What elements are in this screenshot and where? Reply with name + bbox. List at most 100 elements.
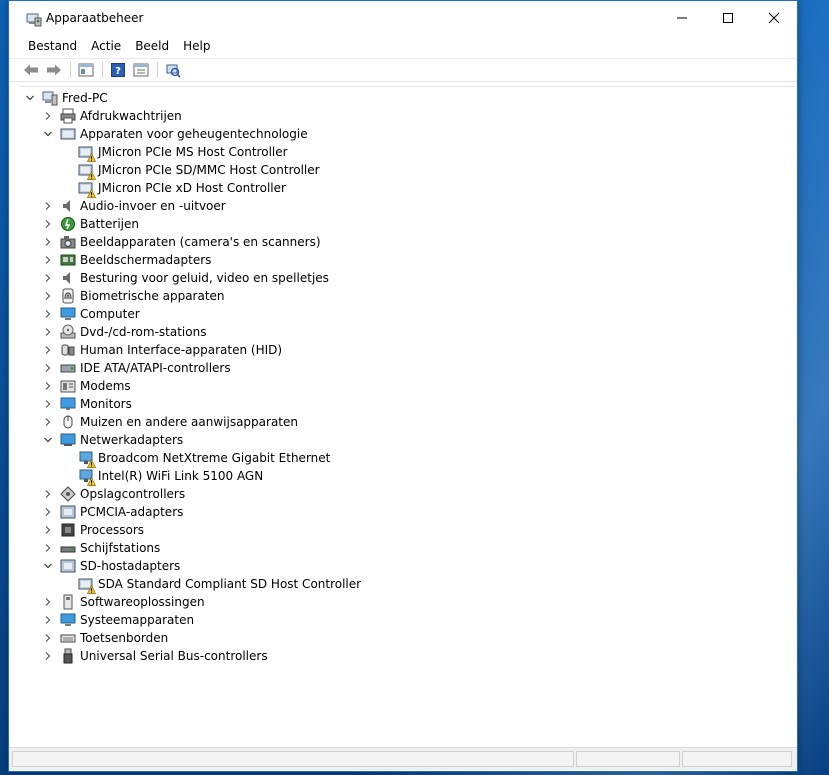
- device-category[interactable]: Opslagcontrollers: [42, 485, 185, 503]
- device-category-label: Schijfstations: [80, 541, 161, 555]
- chevron-right-icon[interactable]: [42, 197, 54, 215]
- chevron-right-icon[interactable]: [42, 521, 54, 539]
- speaker-icon: [60, 270, 76, 286]
- chevron-right-icon[interactable]: [42, 305, 54, 323]
- maximize-button[interactable]: [705, 1, 751, 35]
- device-item[interactable]: Broadcom NetXtreme Gigabit Ethernet: [78, 449, 331, 468]
- device-category[interactable]: IDE ATA/ATAPI-controllers: [42, 359, 231, 377]
- device-category[interactable]: Audio-invoer en -uitvoer: [42, 197, 226, 215]
- device-item[interactable]: JMicron PCIe MS Host Controller: [78, 143, 288, 162]
- title-bar[interactable]: Apparaatbeheer: [9, 1, 797, 35]
- controller-warning-icon: [78, 576, 96, 594]
- modem-icon: [60, 378, 76, 394]
- device-category[interactable]: Processors: [42, 521, 144, 539]
- device-category[interactable]: Toetsenborden: [42, 629, 168, 647]
- toolbar: ?: [9, 58, 797, 82]
- device-category[interactable]: Schijfstations: [42, 539, 160, 557]
- status-cell-2: [576, 751, 680, 767]
- device-category-label: Batterijen: [80, 217, 139, 231]
- device-category[interactable]: Computer: [42, 305, 140, 323]
- menu-actie[interactable]: Actie: [84, 35, 128, 57]
- chevron-right-icon[interactable]: [42, 359, 54, 377]
- device-category[interactable]: Beeldschermadapters: [42, 251, 211, 269]
- network-warning-icon: [78, 450, 96, 468]
- speaker-icon: [60, 198, 76, 214]
- chevron-down-icon[interactable]: [42, 557, 54, 575]
- device-category[interactable]: SD-hostadapters: [42, 557, 180, 575]
- storage-controller-icon: [60, 486, 76, 502]
- chevron-right-icon[interactable]: [42, 629, 54, 647]
- chevron-right-icon[interactable]: [42, 503, 54, 521]
- properties-icon[interactable]: [131, 60, 151, 80]
- svg-text:?: ?: [115, 66, 121, 77]
- menu-bestand[interactable]: Bestand: [21, 35, 84, 57]
- device-category[interactable]: Human Interface-apparaten (HID): [42, 341, 282, 359]
- system-device-icon: [60, 612, 76, 628]
- device-category[interactable]: PCMCIA-adapters: [42, 503, 183, 521]
- chevron-right-icon[interactable]: [42, 287, 54, 305]
- chevron-right-icon[interactable]: [42, 413, 54, 431]
- chevron-right-icon[interactable]: [42, 251, 54, 269]
- chevron-down-icon[interactable]: [42, 125, 54, 143]
- device-category[interactable]: Apparaten voor geheugentechnologie: [42, 125, 308, 143]
- device-category[interactable]: Besturing voor geluid, video en spelletj…: [42, 269, 329, 287]
- device-category[interactable]: Systeemapparaten: [42, 611, 194, 629]
- usb-icon: [60, 648, 76, 664]
- chevron-down-icon[interactable]: [42, 431, 54, 449]
- menu-help[interactable]: Help: [176, 35, 217, 57]
- chevron-right-icon[interactable]: [42, 269, 54, 287]
- device-item-label: JMicron PCIe xD Host Controller: [98, 181, 286, 195]
- battery-icon: [60, 216, 76, 232]
- back-arrow-icon[interactable]: [21, 60, 41, 80]
- device-category[interactable]: Monitors: [42, 395, 132, 413]
- device-category[interactable]: Universal Serial Bus-controllers: [42, 647, 268, 665]
- chevron-down-icon[interactable]: [24, 89, 36, 107]
- close-button[interactable]: [751, 1, 797, 35]
- device-item[interactable]: Intel(R) WiFi Link 5100 AGN: [78, 467, 264, 486]
- device-category[interactable]: Softwareoplossingen: [42, 593, 205, 611]
- device-category[interactable]: Muizen en andere aanwijsapparaten: [42, 413, 298, 431]
- device-item-label: Intel(R) WiFi Link 5100 AGN: [98, 469, 264, 483]
- scan-hardware-icon[interactable]: [163, 60, 183, 80]
- device-item-label: Broadcom NetXtreme Gigabit Ethernet: [98, 451, 331, 465]
- chevron-right-icon[interactable]: [42, 107, 54, 125]
- forward-arrow-icon[interactable]: [44, 60, 64, 80]
- toolbar-separator: [102, 62, 103, 78]
- device-category[interactable]: Batterijen: [42, 215, 139, 233]
- chevron-right-icon[interactable]: [42, 341, 54, 359]
- device-category[interactable]: Netwerkadapters: [42, 431, 183, 449]
- status-bar: [9, 747, 797, 770]
- device-category[interactable]: Biometrische apparaten: [42, 287, 225, 305]
- chevron-right-icon[interactable]: [42, 647, 54, 665]
- device-category-label: Muizen en andere aanwijsapparaten: [80, 415, 298, 429]
- chevron-right-icon[interactable]: [42, 215, 54, 233]
- chevron-right-icon[interactable]: [42, 323, 54, 341]
- device-item[interactable]: SDA Standard Compliant SD Host Controlle…: [78, 575, 361, 594]
- device-category[interactable]: Afdrukwachtrijen: [42, 107, 182, 125]
- device-item[interactable]: JMicron PCIe SD/MMC Host Controller: [78, 161, 320, 180]
- device-item[interactable]: JMicron PCIe xD Host Controller: [78, 179, 286, 198]
- device-category-label: Apparaten voor geheugentechnologie: [80, 127, 308, 141]
- chevron-right-icon[interactable]: [42, 233, 54, 251]
- device-manager-window: Apparaatbeheer Bestand Actie Beeld Help …: [8, 0, 798, 772]
- chevron-right-icon[interactable]: [42, 611, 54, 629]
- chevron-right-icon[interactable]: [42, 593, 54, 611]
- keyboard-icon: [60, 630, 76, 646]
- device-category-label: Toetsenborden: [80, 631, 169, 645]
- minimize-button[interactable]: [659, 1, 705, 35]
- device-category[interactable]: Beeldapparaten (camera's en scanners): [42, 233, 321, 251]
- tree-root[interactable]: Fred-PC: [24, 89, 108, 107]
- chevron-right-icon[interactable]: [42, 485, 54, 503]
- device-item-label: JMicron PCIe SD/MMC Host Controller: [98, 163, 320, 177]
- device-category[interactable]: Modems: [42, 377, 131, 395]
- help-icon[interactable]: ?: [108, 60, 128, 80]
- device-tree[interactable]: Fred-PC Afdrukwachtrijen Apparaten voor g…: [20, 86, 795, 745]
- menu-beeld[interactable]: Beeld: [128, 35, 176, 57]
- network-warning-icon: [78, 468, 96, 486]
- chevron-right-icon[interactable]: [42, 395, 54, 413]
- show-hide-console-tree-icon[interactable]: [76, 60, 96, 80]
- chevron-right-icon[interactable]: [42, 539, 54, 557]
- computer-icon: [60, 306, 76, 322]
- device-category[interactable]: Dvd-/cd-rom-stations: [42, 323, 206, 341]
- chevron-right-icon[interactable]: [42, 377, 54, 395]
